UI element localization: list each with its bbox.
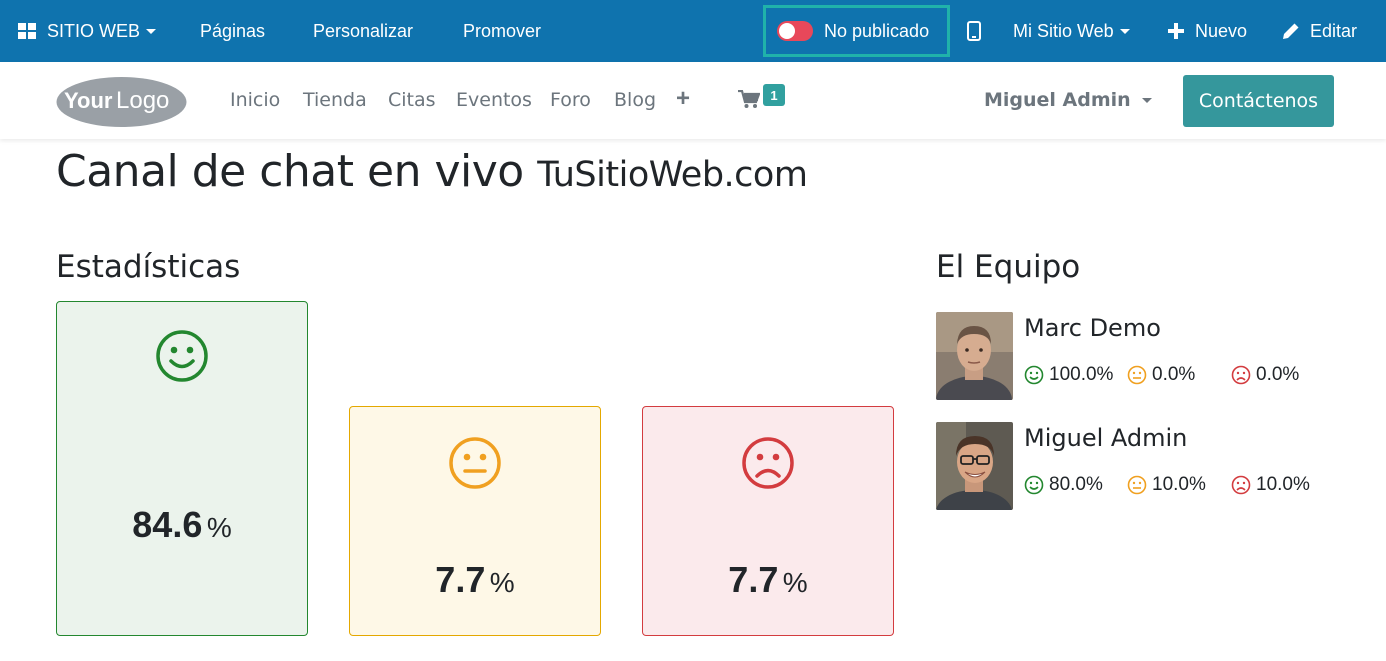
happy-stat-number: 84.6 (132, 504, 203, 545)
avatar (936, 422, 1013, 510)
happy-stat-card: 84.6 % (56, 301, 308, 636)
happy-stat-unit: % (206, 512, 232, 543)
neutral-stat-value: 7.7 % (350, 559, 600, 601)
publish-status-label: No publicado (824, 20, 930, 41)
smile-icon (1024, 475, 1044, 495)
website-menu-label: SITIO WEB (47, 20, 141, 41)
sad-stat-value: 7.7 % (643, 559, 893, 601)
page-title-text: Canal de chat en vivo (56, 146, 524, 197)
site-selector[interactable]: Mi Sitio Web (1013, 0, 1130, 62)
publish-toggle[interactable]: No publicado (763, 5, 950, 57)
member-neutral-stat: 0.0% (1127, 364, 1195, 386)
nav-link-inicio[interactable]: Inicio (230, 89, 280, 111)
member-sad-stat: 0.0% (1231, 364, 1299, 386)
member-sad-value: 0.0% (1256, 364, 1300, 385)
user-menu[interactable]: Miguel Admin (984, 89, 1152, 111)
smile-icon (1024, 365, 1044, 385)
nav-link-citas[interactable]: Citas (388, 89, 436, 111)
cart-count-badge: 1 (763, 84, 785, 106)
page-title: Canal de chat en vivo TuSitioWeb.com (56, 146, 808, 197)
member-happy-value: 80.0% (1049, 474, 1103, 495)
mobile-phone-icon (967, 21, 981, 41)
neutral-stat-number: 7.7 (435, 559, 486, 600)
promote-menu[interactable]: Promover (463, 0, 541, 62)
member-happy-stat: 80.0% (1024, 474, 1103, 496)
chevron-down-icon (146, 28, 157, 34)
sad-stat-number: 7.7 (728, 559, 779, 600)
admin-bar: SITIO WEB Páginas Personalizar Promover … (0, 0, 1386, 62)
member-neutral-value: 10.0% (1152, 474, 1206, 495)
plus-icon (1168, 23, 1184, 39)
frown-icon (1231, 365, 1251, 385)
logo-text-bold: Your (64, 88, 113, 113)
logo-text-light: Logo (116, 87, 169, 114)
neutral-stat-unit: % (489, 567, 515, 598)
page-title-site: TuSitioWeb.com (537, 155, 808, 195)
meh-icon (1127, 365, 1147, 385)
new-button-label: Nuevo (1195, 20, 1248, 41)
avatar (936, 312, 1013, 400)
member-name: Miguel Admin (1024, 424, 1188, 452)
member-neutral-stat: 10.0% (1127, 474, 1206, 496)
customize-menu[interactable]: Personalizar (313, 0, 413, 62)
chevron-down-icon (1141, 97, 1152, 103)
team-heading: El Equipo (936, 249, 1081, 285)
new-button[interactable]: Nuevo (1168, 0, 1247, 62)
smile-icon (156, 330, 208, 382)
apps-grid-icon (18, 23, 36, 39)
member-happy-value: 100.0% (1049, 364, 1114, 385)
add-menu-item-plus-icon[interactable]: + (676, 87, 690, 111)
nav-link-foro[interactable]: Foro (550, 89, 591, 111)
edit-button-label: Editar (1310, 20, 1358, 41)
frown-icon (1231, 475, 1251, 495)
contact-us-button[interactable]: Contáctenos (1183, 75, 1334, 127)
toggle-switch[interactable] (777, 21, 813, 41)
nav-link-tienda[interactable]: Tienda (303, 89, 367, 111)
neutral-stat-card: 7.7 % (349, 406, 601, 636)
shopping-cart-icon[interactable] (738, 90, 760, 109)
website-menu[interactable]: SITIO WEB (18, 0, 157, 62)
sad-stat-unit: % (782, 567, 808, 598)
user-name: Miguel Admin (984, 89, 1131, 111)
mobile-preview-button[interactable] (967, 0, 981, 62)
meh-icon (449, 437, 501, 489)
site-navbar: Your Logo Inicio Tienda Citas Eventos Fo… (0, 62, 1386, 139)
nav-link-blog[interactable]: Blog (614, 89, 656, 111)
sad-stat-card: 7.7 % (642, 406, 894, 636)
member-happy-stat: 100.0% (1024, 364, 1113, 386)
pencil-icon (1283, 23, 1299, 39)
happy-stat-value: 84.6 % (57, 504, 307, 546)
member-sad-stat: 10.0% (1231, 474, 1310, 496)
site-logo[interactable]: Your Logo (56, 72, 187, 128)
member-neutral-value: 0.0% (1152, 364, 1196, 385)
nav-link-eventos[interactable]: Eventos (456, 89, 532, 111)
member-sad-value: 10.0% (1256, 474, 1310, 495)
toggle-knob (779, 23, 795, 39)
statistics-heading: Estadísticas (56, 249, 241, 285)
member-name: Marc Demo (1024, 314, 1161, 342)
pages-menu[interactable]: Páginas (200, 0, 265, 62)
edit-button[interactable]: Editar (1282, 0, 1357, 62)
frown-icon (742, 437, 794, 489)
site-selector-label: Mi Sitio Web (1013, 20, 1114, 41)
chevron-down-icon (1119, 28, 1130, 34)
meh-icon (1127, 475, 1147, 495)
